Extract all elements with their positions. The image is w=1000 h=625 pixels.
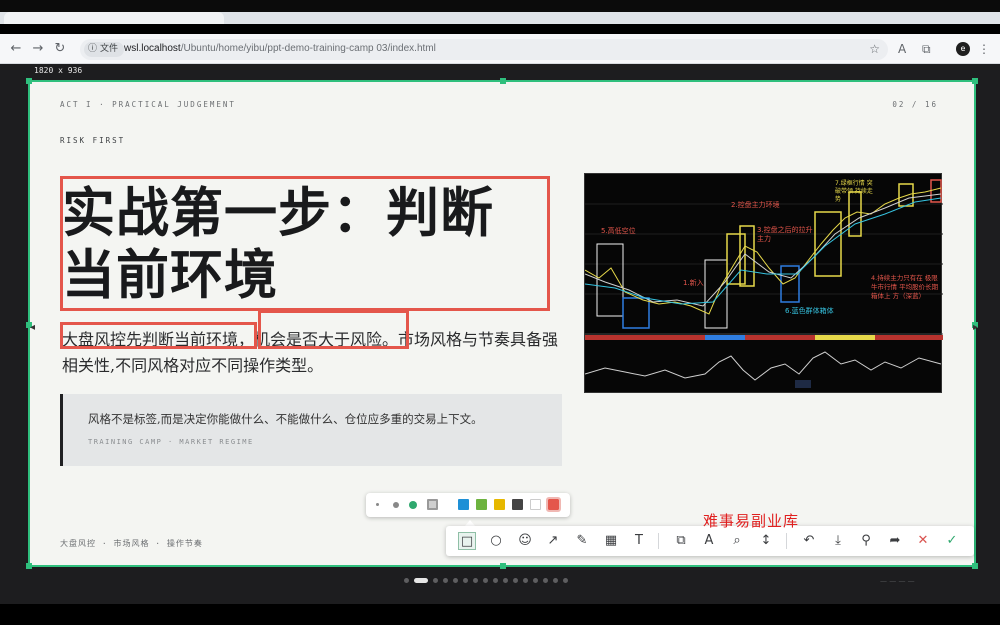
slide-tags: 大盘风控 · 市场风格 · 操作节奏 bbox=[60, 539, 203, 548]
pager-dot[interactable] bbox=[493, 578, 498, 583]
pager-dot[interactable] bbox=[414, 578, 428, 583]
fill-toggle-swatch[interactable] bbox=[427, 499, 438, 510]
confirm-icon[interactable]: ✓ bbox=[943, 532, 961, 550]
share-icon[interactable]: ➦ bbox=[886, 532, 904, 550]
menu-icon[interactable]: ⋮ bbox=[978, 42, 990, 56]
chart-label-4: 3.控盘之后的拉升主力 bbox=[757, 226, 813, 243]
pen-tool-icon[interactable]: ✎ bbox=[573, 532, 591, 550]
selection-handle[interactable] bbox=[26, 78, 32, 84]
pin-to-screen-icon[interactable]: ⚲ bbox=[857, 532, 875, 550]
chart-label-1: 5.高低空位 bbox=[601, 227, 636, 235]
toolbar-divider bbox=[658, 533, 659, 549]
undo-icon[interactable]: ↶ bbox=[800, 532, 818, 550]
forward-icon[interactable]: → bbox=[30, 42, 46, 56]
quote-caption: TRAINING CAMP · MARKET REGIME bbox=[88, 438, 254, 446]
magnify-tool-icon[interactable]: ⌕ bbox=[728, 532, 746, 550]
arrow-tool-icon[interactable]: ↗ bbox=[544, 532, 562, 550]
chart-label-2: 1.新入 bbox=[683, 279, 704, 287]
save-icon[interactable]: ⤓ bbox=[829, 532, 847, 550]
toolbar-divider bbox=[786, 533, 787, 549]
pager-dot[interactable] bbox=[404, 578, 409, 583]
color-swatch-green[interactable] bbox=[476, 499, 487, 510]
extensions-icon[interactable]: ⧉ bbox=[922, 42, 931, 56]
back-icon[interactable]: ← bbox=[8, 42, 24, 56]
url-text[interactable]: wsl.localhost/Ubuntu/home/yibu/ppt-demo-… bbox=[124, 43, 436, 54]
bottom-right-controls: — — — — bbox=[880, 577, 915, 585]
site-info-label: 文件 bbox=[100, 44, 119, 54]
pager-dot[interactable] bbox=[453, 578, 458, 583]
pager-dot[interactable] bbox=[433, 578, 438, 583]
stroke-size-medium[interactable] bbox=[393, 502, 399, 508]
pin-image-tool-icon[interactable]: ⧉ bbox=[672, 532, 690, 550]
chart-label-3: 2.控盘主力环境 bbox=[731, 201, 780, 209]
address-bar[interactable]: ⓘ 文件 wsl.localhost/Ubuntu/home/yibu/ppt-d… bbox=[80, 39, 888, 60]
bookmark-star-icon[interactable]: ☆ bbox=[869, 42, 880, 56]
stroke-size-large[interactable] bbox=[409, 501, 417, 509]
info-icon: ⓘ bbox=[88, 44, 98, 54]
reader-icon[interactable]: A bbox=[898, 42, 906, 56]
pager-dot[interactable] bbox=[483, 578, 488, 583]
color-swatch-red[interactable] bbox=[546, 497, 561, 512]
annotation-rectangle[interactable] bbox=[258, 310, 409, 349]
pager-dot[interactable] bbox=[563, 578, 568, 583]
rectangle-tool-icon[interactable]: □ bbox=[458, 532, 476, 550]
slide-page-number: 02 / 16 bbox=[892, 100, 938, 109]
pager-dot[interactable] bbox=[533, 578, 538, 583]
annotation-rectangle[interactable] bbox=[60, 176, 550, 311]
browser-tab[interactable] bbox=[4, 12, 224, 24]
pager-dot[interactable] bbox=[503, 578, 508, 583]
watermark-text: 难事易副业库 bbox=[703, 512, 800, 530]
selection-handle[interactable] bbox=[500, 78, 506, 84]
pager-dot[interactable] bbox=[473, 578, 478, 583]
color-swatch-dark[interactable] bbox=[512, 499, 523, 510]
slide-kicker: ACT I · PRACTICAL JUDGEMENT bbox=[60, 100, 236, 109]
reload-icon[interactable]: ↻ bbox=[52, 42, 68, 56]
url-path: /Ubuntu/home/yibu/ppt-demo-training-camp… bbox=[180, 43, 436, 54]
long-screenshot-tool-icon[interactable]: ↕ bbox=[757, 532, 775, 550]
cancel-icon[interactable]: ✕ bbox=[914, 532, 932, 550]
selection-handle[interactable] bbox=[26, 563, 32, 569]
resize-handle-right[interactable]: ▸ bbox=[973, 322, 978, 333]
color-swatch-white[interactable] bbox=[530, 499, 541, 510]
annotation-rectangle[interactable] bbox=[60, 322, 257, 349]
browser-toolbar: ← → ↻ ⓘ 文件 wsl.localhost/Ubuntu/home/yibu… bbox=[0, 34, 1000, 64]
stock-chart-image: 5.高低空位 1.新入 2.控盘主力环境 3.控盘之后的拉升主力 6.蓝色群体箱… bbox=[584, 173, 943, 393]
color-swatch-blue[interactable] bbox=[458, 499, 469, 510]
mosaic-tool-icon[interactable]: ▦ bbox=[602, 532, 620, 550]
chart-label-7: 7.绿框行情 突破带领 持续走势 bbox=[835, 180, 873, 203]
pager-dot[interactable] bbox=[543, 578, 548, 583]
pager-dot[interactable] bbox=[463, 578, 468, 583]
viewport-size-readout: 1820 x 936 bbox=[34, 66, 83, 75]
resize-handle-left[interactable]: ◂ bbox=[30, 322, 35, 333]
bottom-bar bbox=[0, 604, 1000, 625]
profile-avatar[interactable]: e bbox=[956, 42, 970, 56]
ellipse-tool-icon[interactable]: ○ bbox=[487, 532, 505, 550]
section-label: RISK FIRST bbox=[60, 136, 126, 145]
emoji-tool-icon[interactable]: ☺ bbox=[516, 532, 534, 550]
selection-handle[interactable] bbox=[500, 563, 506, 569]
quote-block: 风格不是标签,而是决定你能做什么、不能做什么、仓位应多重的交易上下文。 TRAI… bbox=[60, 394, 562, 466]
chart-label-5: 4.持续主力只有在 极限牛市行情 平均股价长期箱体上 方（深蓝） bbox=[871, 274, 939, 300]
selection-handle[interactable] bbox=[972, 563, 978, 569]
stroke-size-small[interactable] bbox=[376, 503, 379, 506]
pager-dot[interactable] bbox=[553, 578, 558, 583]
color-swatch-yellow[interactable] bbox=[494, 499, 505, 510]
pager-dot[interactable] bbox=[443, 578, 448, 583]
url-host: wsl.localhost bbox=[124, 43, 181, 54]
quote-text: 风格不是标签,而是决定你能做什么、不能做什么、仓位应多重的交易上下文。 bbox=[88, 412, 483, 426]
pager-dot[interactable] bbox=[513, 578, 518, 583]
selection-handle[interactable] bbox=[972, 78, 978, 84]
chart-label-6: 6.蓝色群体箱体 bbox=[785, 307, 834, 315]
color-palette bbox=[366, 493, 570, 517]
pager-dot[interactable] bbox=[523, 578, 528, 583]
ocr-tool-icon[interactable]: A bbox=[700, 532, 718, 550]
text-tool-icon[interactable]: T bbox=[630, 532, 648, 550]
site-info-chip[interactable]: ⓘ 文件 bbox=[84, 42, 125, 57]
